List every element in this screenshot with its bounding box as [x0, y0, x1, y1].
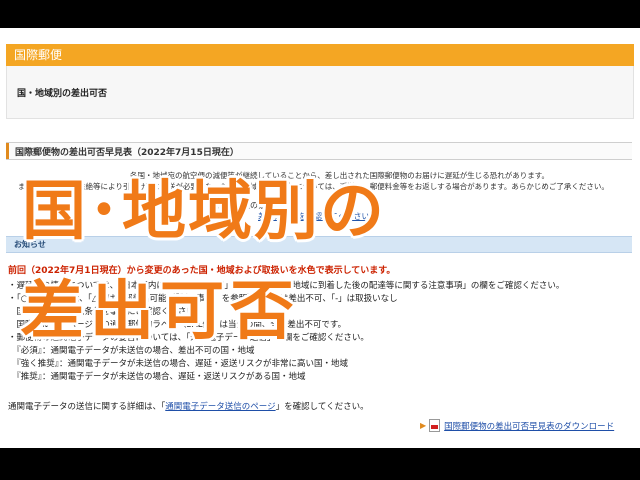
conditions-link[interactable]: 差出条件表を確認してください [258, 211, 370, 222]
list-item: ・遅延等の情報については、「日本国内における遅延情報」および「各国・地域に到着し… [8, 281, 565, 291]
footer-note: 通関電子データの送信に関する詳細は、「通関電子データ送信のページ」を確認してくだ… [8, 400, 369, 412]
customs-data-link[interactable]: 通関電子データ送信のページ [165, 402, 275, 412]
section-title-bar: 国際郵便物の差出可否早見表（2022年7月15日現在） [6, 142, 632, 160]
section-accent [6, 143, 9, 159]
list-item: 『強く推奨』：通関電子データが未送信の場合、遅延・返送リスクが非常に高い国・地域 [8, 359, 349, 369]
download-link-row[interactable]: ▶ 国際郵便物の差出可否早見表のダウンロード [420, 419, 614, 432]
header-title: 国際郵便 [14, 48, 63, 62]
pdf-icon [429, 419, 441, 432]
list-item: ・「○」は差出可能、「△」は一部差出可能（「制限事項」を参照）、「×」は差出不可… [8, 294, 398, 304]
arrow-right-icon: ▶ [420, 421, 427, 430]
download-link[interactable]: 国際郵便物の差出可否早見表のダウンロード [444, 420, 614, 432]
list-item: 『必須』：通関電子データが未送信の場合、差出不可の国・地域 [8, 346, 255, 356]
breadcrumb: 国・地域別の差出可否 [6, 66, 634, 119]
notice-line-3: 差出・配達の条件は [210, 201, 282, 210]
page-title: 国・地域別の差出可否 [17, 89, 108, 99]
list-item: 国際郵便物の差出条件を事前にご確認ください。 [8, 307, 204, 317]
info-bar: お知らせ [6, 236, 632, 253]
browser-page: 国際郵便 国・地域別の差出可否 国際郵便物の差出可否早見表（2022年7月15日… [0, 28, 640, 448]
header-bar: 国際郵便 [6, 44, 634, 66]
info-bar-label: お知らせ [14, 240, 46, 249]
section-title: 国際郵便物の差出可否早見表（2022年7月15日現在） [15, 148, 239, 158]
change-notice: 前回（2022年7月1日現在）から変更のあった国・地域および取扱いを水色で表示し… [8, 266, 396, 276]
footer-text-after: 」を確認してください。 [275, 402, 369, 412]
notice-line-1: 各国・地域宛の航空便の減便等が継続していることから、差し出された国際郵便物のお届… [130, 171, 550, 180]
list-item: 国際郵便マイページ等の通関郵便物ラベル（SAL便）は当分の間、全て差出不可です。 [8, 320, 347, 330]
notice-line-2: また、輸送経路の途絶等により引受け後に返送が必要となった国・地域宛の郵便物につい… [18, 182, 609, 191]
list-item: ・郵便物の通関電子データの要否については、「通関電子データ送信」の欄をご確認くだ… [8, 333, 369, 343]
list-item: 『推奨』：通関電子データが未送信の場合、遅延・返送リスクがある国・地域 [8, 372, 306, 382]
notes-list: ・遅延等の情報については、「日本国内における遅延情報」および「各国・地域に到着し… [8, 280, 630, 384]
footer-text-before: 通関電子データの送信に関する詳細は、「 [8, 402, 166, 412]
